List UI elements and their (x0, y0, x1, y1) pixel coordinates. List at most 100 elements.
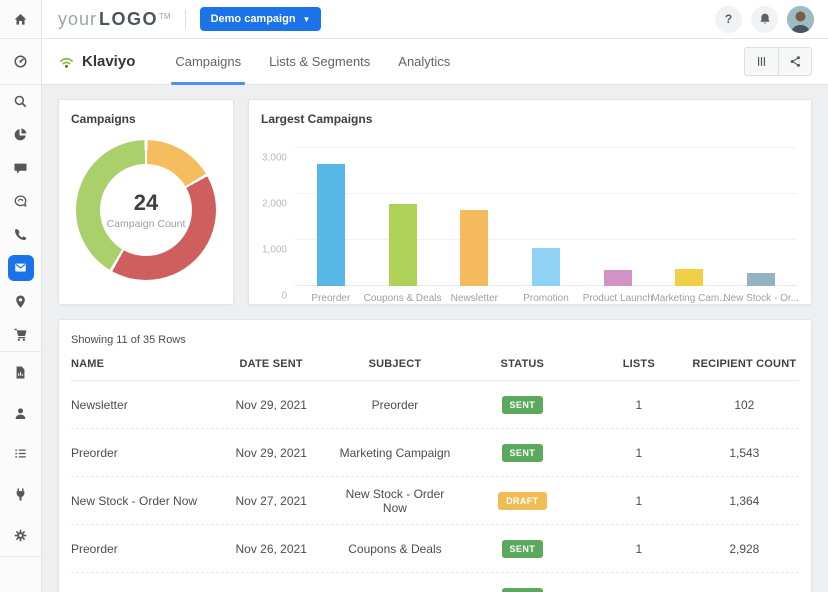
campaign-count-value: 24 (134, 190, 158, 216)
cell-subject: New Stock - Order Now (333, 487, 457, 515)
cell-subject: Marketing Campaign (333, 446, 457, 460)
column-header-lists: LISTS (588, 358, 690, 370)
sidebar-item-locations[interactable] (0, 285, 41, 318)
bar-7 (747, 273, 775, 286)
largest-campaigns-bar-chart: 01,0002,0003,000PreorderCoupons & DealsN… (295, 148, 797, 286)
share-icon (789, 55, 802, 68)
help-icon: ? (725, 12, 732, 26)
user-avatar[interactable] (787, 6, 814, 33)
table-row[interactable]: NewsletterNov 29, 2021PreorderSENT1102 (71, 381, 799, 429)
tab-analytics[interactable]: Analytics (384, 39, 464, 85)
file-chart-icon (13, 365, 28, 380)
help-button[interactable]: ? (715, 6, 742, 33)
sidebar-item-search[interactable] (0, 85, 41, 118)
sidebar-item-chat[interactable] (0, 152, 41, 185)
bar-column: Marketing Cam... (654, 148, 726, 286)
column-header-date-sent: DATE SENT (209, 358, 333, 370)
cell-name: Preorder (71, 446, 209, 460)
sidebar-item-settings[interactable] (0, 515, 41, 556)
table-row[interactable]: PreorderNov 29, 2021Marketing Campaign SE… (71, 429, 799, 477)
status-badge: SENT (502, 444, 544, 462)
cell-date-sent: Nov 26, 2021 (209, 542, 333, 556)
campaign-donut-chart: 24 Campaign Count (76, 140, 216, 280)
bar-column: Newsletter (438, 148, 510, 286)
table-row[interactable]: New Stock - Order NowNov 27, 2021New Sto… (71, 477, 799, 525)
donut-center: 24 Campaign Count (100, 164, 192, 256)
y-axis-tick: 1,000 (262, 245, 287, 256)
cell-lists: 1 (588, 446, 690, 460)
email-icon (13, 260, 28, 275)
cell-date-sent: Nov 27, 2021 (209, 494, 333, 508)
campaign-dropdown-label: Demo campaign (211, 13, 296, 25)
tab-lists-segments[interactable]: Lists & Segments (255, 39, 384, 85)
bell-icon (758, 12, 772, 26)
bar-1 (317, 164, 345, 286)
sidebar-item-files[interactable] (0, 352, 41, 393)
bar-card-title: Largest Campaigns (249, 100, 811, 126)
campaigns-donut-card: Campaigns 24 Campaign Count (58, 99, 234, 305)
cell-subject: Preorder (333, 398, 457, 412)
plug-icon (13, 487, 28, 502)
sidebar (0, 0, 42, 592)
cell-recipient-count: 1,543 (690, 446, 799, 460)
columns-icon (755, 55, 768, 68)
sidebar-item-lists[interactable] (0, 434, 41, 475)
y-axis-tick: 2,000 (262, 199, 287, 210)
bar-columns: PreorderCoupons & DealsNewsletterPromoti… (295, 148, 797, 286)
cell-name: Newsletter (71, 398, 209, 412)
bar-2 (389, 204, 417, 286)
campaigns-table-card: Showing 11 of 35 Rows NAME DATE SENT SUB… (58, 319, 812, 592)
rows-count-status: Showing 11 of 35 Rows (71, 332, 799, 358)
x-axis-label: Promotion (523, 293, 569, 304)
cell-recipient-count: 2,928 (690, 542, 799, 556)
sidebar-item-social[interactable] (0, 185, 41, 218)
cell-name: Preorder (71, 542, 209, 556)
table-row[interactable]: PromotionNov 26, 2021NewsletterSENT12,53… (71, 573, 799, 592)
share-button[interactable] (778, 48, 811, 75)
view-tools (744, 47, 812, 76)
logo-prefix: your (58, 9, 97, 30)
y-axis-tick: 3,000 (262, 153, 287, 164)
brand-logo: your LOGO TM (58, 9, 171, 30)
tab-campaigns[interactable]: Campaigns (161, 39, 255, 85)
klaviyo-signal-icon (58, 53, 75, 70)
avatar-photo-icon (787, 6, 814, 33)
sidebar-item-contacts[interactable] (0, 393, 41, 434)
cell-lists: 1 (588, 494, 690, 508)
columns-button[interactable] (745, 48, 778, 75)
tab-label: Analytics (398, 54, 450, 69)
sidebar-item-dashboard[interactable] (0, 39, 41, 85)
x-axis-label: Coupons & Deals (364, 293, 442, 304)
logo-bold: LOGO (99, 9, 158, 30)
column-header-subject: SUBJECT (333, 358, 457, 370)
table-row[interactable]: PreorderNov 26, 2021Coupons & DealsSENT1… (71, 525, 799, 573)
search-icon (13, 94, 28, 109)
largest-campaigns-card: Largest Campaigns 01,0002,0003,000Preord… (248, 99, 812, 305)
campaign-dropdown-button[interactable]: Demo campaign ▼ (200, 7, 322, 31)
bar-column: Preorder (295, 148, 367, 286)
x-axis-label: Marketing Cam... (651, 293, 727, 304)
cell-name: New Stock - Order Now (71, 494, 209, 508)
notifications-button[interactable] (751, 6, 778, 33)
top-header: your LOGO TM Demo campaign ▼ ? (42, 0, 828, 39)
cell-date-sent: Nov 29, 2021 (209, 446, 333, 460)
sidebar-item-reports[interactable] (0, 118, 41, 151)
x-axis-label: Product Launch (583, 293, 653, 304)
active-indicator (8, 255, 34, 281)
sidebar-item-email[interactable] (0, 251, 41, 284)
tab-label: Lists & Segments (269, 54, 370, 69)
home-icon (13, 12, 28, 27)
cell-date-sent: Nov 29, 2021 (209, 398, 333, 412)
sidebar-item-integrations[interactable] (0, 474, 41, 515)
cart-icon (13, 327, 28, 342)
sidebar-item-store[interactable] (0, 318, 41, 351)
pie-chart-icon (13, 127, 28, 142)
list-icon (13, 446, 28, 461)
cell-status: SENT (457, 588, 588, 592)
status-badge: DRAFT (498, 492, 547, 510)
sidebar-item-calls[interactable] (0, 218, 41, 251)
chevron-down-icon: ▼ (303, 15, 311, 24)
bar-5 (604, 270, 632, 286)
sidebar-item-home[interactable] (0, 0, 41, 39)
column-header-name: NAME (71, 358, 209, 370)
